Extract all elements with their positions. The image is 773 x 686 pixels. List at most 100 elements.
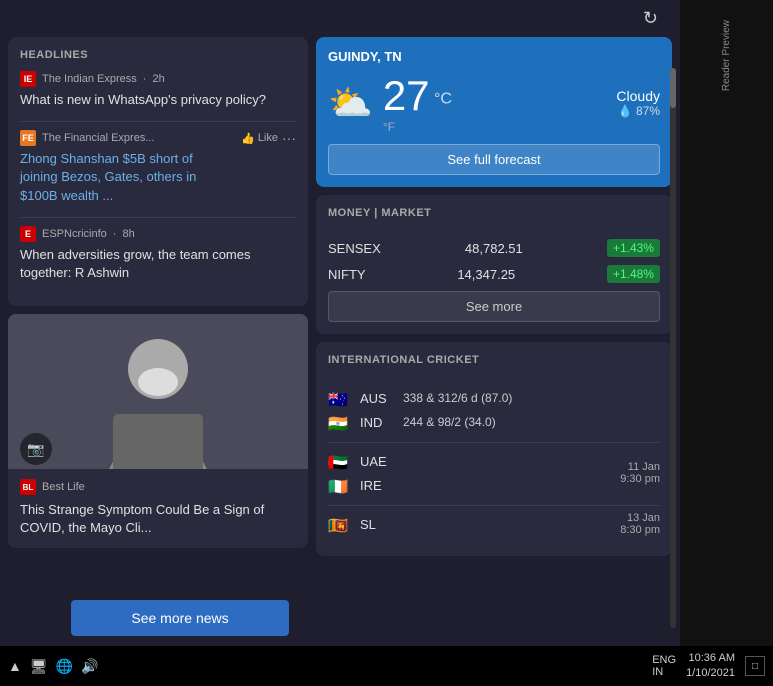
- fe-logo: FE: [20, 130, 36, 146]
- news-item-2: FE The Financial Expres... Zhong Shansha…: [20, 130, 296, 205]
- uae-flag: 🇦🇪: [328, 453, 352, 469]
- divider-2: [20, 217, 296, 218]
- news-source-2: FE The Financial Expres...: [20, 130, 233, 146]
- news-title-1: What is new in WhatsApp's privacy policy…: [20, 91, 296, 109]
- taskbar-monitor-icon[interactable]: 🖥: [30, 658, 48, 675]
- headlines-card: HEADLINES IE The Indian Express · 2h Wha…: [8, 37, 308, 306]
- temperature-display: 27 °C °F: [383, 72, 452, 134]
- sl-container: 🇱🇰 SL 13 Jan 8:30 pm: [328, 512, 660, 536]
- cricket-match-3: 🇱🇰 SL 13 Jan 8:30 pm: [328, 512, 660, 536]
- time-display: 10:36 AM: [686, 651, 735, 666]
- ire-team: IRE: [360, 478, 395, 493]
- divider-1: [20, 121, 296, 122]
- taskbar-right: ENG IN 10:36 AM 1/10/2021 □: [652, 651, 765, 682]
- ire-row: 🇮🇪 IRE: [328, 473, 395, 497]
- weather-main: ⛅ 27 °C °F Cloudy 💧 87%: [328, 72, 660, 134]
- toolbar: ↻: [0, 0, 680, 37]
- weather-header: GUINDY, TN: [328, 49, 660, 64]
- headlines-label: HEADLINES: [20, 49, 296, 61]
- news-item-row-2: FE The Financial Expres... Zhong Shansha…: [20, 130, 296, 205]
- news-item-1: IE The Indian Express · 2h What is new i…: [20, 71, 296, 109]
- ire-flag: 🇮🇪: [328, 477, 352, 493]
- see-more-news-button[interactable]: See more news: [71, 600, 288, 636]
- sl-flag: 🇱🇰: [328, 516, 352, 532]
- notification-button[interactable]: □: [745, 656, 765, 676]
- main-panel: ↻ HEADLINES IE The Indian Express · 2h W: [0, 0, 680, 650]
- cricket-header: INTERNATIONAL CRICKET: [328, 354, 660, 376]
- cricket-match-2: 🇦🇪 UAE 🇮🇪 IRE 11 Jan 9:30 pm: [328, 449, 660, 497]
- aus-row: 🇦🇺 AUS 338 & 312/6 d (87.0): [328, 386, 660, 410]
- market-card: MONEY | MARKET SENSEX 48,782.51 +1.43% N…: [316, 195, 672, 334]
- right-column: GUINDY, TN ⛅ 27 °C °F: [316, 37, 672, 619]
- uae-team: UAE: [360, 454, 395, 469]
- like-button[interactable]: 👍 Like: [241, 132, 278, 145]
- uae-ire-container: 🇦🇪 UAE 🇮🇪 IRE 11 Jan 9:30 pm: [328, 449, 660, 497]
- weather-description: Cloudy: [616, 88, 660, 104]
- sl-row: 🇱🇰 SL: [328, 512, 395, 536]
- weather-card: GUINDY, TN ⛅ 27 °C °F: [316, 37, 672, 187]
- market-row-sensex: SENSEX 48,782.51 +1.43%: [328, 239, 660, 257]
- cricket-card: INTERNATIONAL CRICKET 🇦🇺 AUS 338 & 312/6…: [316, 342, 672, 556]
- cricket-match-1: 🇦🇺 AUS 338 & 312/6 d (87.0) 🇮🇳 IND 244 &…: [328, 386, 660, 434]
- time-date-display: 10:36 AM 1/10/2021: [686, 651, 735, 682]
- ind-flag: 🇮🇳: [328, 414, 352, 430]
- news-actions-2: 👍 Like ···: [241, 130, 296, 146]
- taskbar-icons: ▲ 🖥 🌐 🔊: [8, 658, 646, 675]
- cloud-icon: ⛅: [328, 82, 373, 124]
- news-item-3: E ESPNcricinfo · 8h When adversities gro…: [20, 226, 296, 282]
- temp-unit-f: °F: [383, 120, 452, 134]
- scrollbar-track[interactable]: [670, 68, 676, 628]
- see-full-forecast-button[interactable]: See full forecast: [328, 144, 660, 175]
- svg-text:📷: 📷: [27, 441, 44, 458]
- left-column: HEADLINES IE The Indian Express · 2h Wha…: [8, 37, 308, 619]
- best-life-source: BL Best Life: [20, 479, 296, 495]
- date-display: 1/10/2021: [686, 666, 735, 681]
- cricket-label: INTERNATIONAL CRICKET: [328, 354, 479, 366]
- humidity-value: 87%: [636, 104, 660, 118]
- cricket-divider-1: [328, 442, 660, 443]
- refresh-icon[interactable]: ↻: [643, 8, 658, 29]
- aus-flag: 🇦🇺: [328, 390, 352, 406]
- content-area: HEADLINES IE The Indian Express · 2h Wha…: [0, 37, 680, 627]
- lang-indicator: ENG IN: [652, 654, 676, 678]
- taskbar: ▲ 🖥 🌐 🔊 ENG IN 10:36 AM 1/10/2021 □: [0, 646, 773, 686]
- news-source-3: E ESPNcricinfo · 8h: [20, 226, 296, 242]
- aus-score: 338 & 312/6 d (87.0): [403, 391, 660, 405]
- sensex-name: SENSEX: [328, 241, 381, 256]
- taskbar-network-icon[interactable]: 🌐: [56, 658, 73, 675]
- aus-team: AUS: [360, 391, 395, 406]
- match-time-2: 13 Jan 8:30 pm: [620, 512, 660, 536]
- ie-logo: IE: [20, 71, 36, 87]
- temperature-value: 27: [383, 72, 430, 119]
- uae-ire-teams: 🇦🇪 UAE 🇮🇪 IRE: [328, 449, 395, 497]
- nifty-name: NIFTY: [328, 267, 366, 282]
- like-icon: 👍: [241, 132, 255, 145]
- image-news-title: This Strange Symptom Could Be a Sign of …: [20, 501, 296, 537]
- market-row-nifty: NIFTY 14,347.25 +1.48%: [328, 265, 660, 283]
- taskbar-sound-icon[interactable]: 🔊: [81, 658, 98, 675]
- market-label: MONEY | MARKET: [328, 207, 431, 219]
- taskbar-up-icon[interactable]: ▲: [8, 658, 22, 674]
- market-header: MONEY | MARKET: [328, 207, 660, 229]
- sl-team: SL: [360, 517, 395, 532]
- nifty-value: 14,347.25: [457, 267, 515, 282]
- weather-left: ⛅ 27 °C °F: [328, 72, 452, 134]
- cricket-divider-2: [328, 505, 660, 506]
- bl-logo: BL: [20, 479, 36, 495]
- ind-team: IND: [360, 415, 395, 430]
- more-news-button[interactable]: ···: [282, 130, 296, 146]
- image-news-card: 📷 BL Best Life This Strange Symptom Coul…: [8, 314, 308, 547]
- news-image: 📷: [8, 314, 308, 469]
- match-time-1: 11 Jan 9:30 pm: [620, 461, 660, 485]
- see-more-market-button[interactable]: See more: [328, 291, 660, 322]
- temp-unit-c: °C: [434, 91, 452, 108]
- sensex-value: 48,782.51: [465, 241, 523, 256]
- sensex-change: +1.43%: [607, 239, 660, 257]
- image-card-body: BL Best Life This Strange Symptom Could …: [8, 469, 308, 547]
- news-title-3: When adversities grow, the team comes to…: [20, 246, 296, 282]
- reader-preview-sidebar: Reader Preview: [680, 0, 773, 650]
- news-title-link-2[interactable]: Zhong Shanshan $5B short of joining Bezo…: [20, 151, 196, 202]
- see-more-news-bar: See more news: [0, 590, 360, 646]
- scrollbar-thumb[interactable]: [670, 68, 676, 108]
- uae-row: 🇦🇪 UAE: [328, 449, 395, 473]
